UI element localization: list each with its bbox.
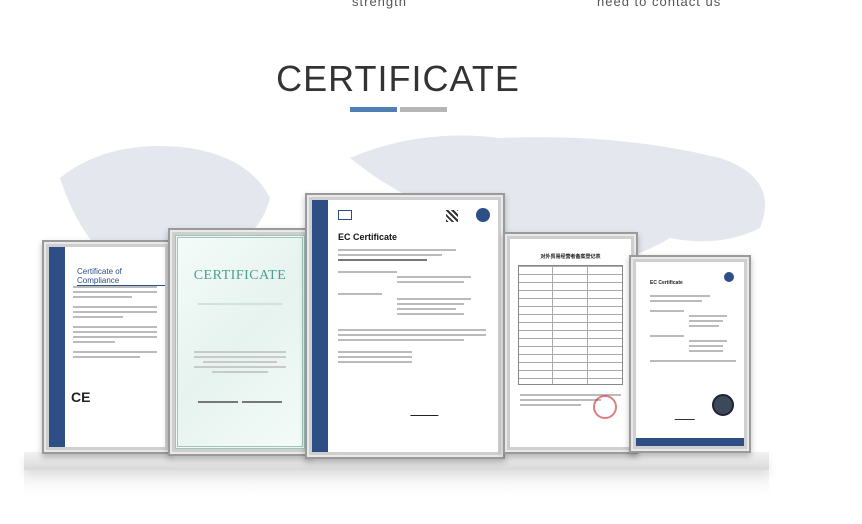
issuer-logo-icon	[338, 210, 352, 220]
certificate-side-band	[312, 200, 328, 452]
certificate-side-band	[49, 247, 65, 447]
certificate-text-lines	[73, 283, 157, 361]
certificate-title: EC Certificate	[650, 280, 683, 286]
registration-table	[518, 265, 623, 385]
title-underline-secondary	[400, 107, 447, 112]
tuv-seal-icon	[712, 394, 734, 416]
certificate-frame-compliance[interactable]: Certificate of Compliance CE	[42, 240, 172, 454]
certificate-title: CERTIFICATE	[193, 268, 287, 283]
certificate-text-lines	[198, 300, 282, 308]
section-title: CERTIFICATE	[276, 58, 520, 99]
official-seal-icon	[593, 395, 617, 419]
signature-lines	[198, 398, 282, 406]
tuv-logo-icon	[724, 272, 734, 282]
certificate-title: EC Certificate	[338, 232, 398, 242]
certificate-paper: 对外贸易经营者备案登记表	[510, 239, 631, 447]
ce-mark: CE	[71, 389, 91, 405]
certificate-title: 对外贸易经营者备案登记表	[540, 254, 601, 260]
signature	[410, 406, 442, 416]
certificate-frame-ec-right[interactable]: EC Certificate	[629, 255, 751, 453]
qr-code-icon	[446, 210, 458, 222]
certificate-paper: EC Certificate	[636, 262, 744, 446]
shelf-shadow	[24, 470, 769, 496]
certificate-paper: Certificate of Compliance CE	[49, 247, 165, 447]
certificate-frame-registration[interactable]: 对外贸易经营者备案登记表	[503, 232, 638, 454]
nav-link-contact[interactable]: need to contact us	[597, 0, 721, 9]
certificate-text-lines	[650, 292, 736, 365]
certificate-frame-generic[interactable]: CERTIFICATE	[168, 228, 312, 456]
tuv-logo-icon	[476, 208, 490, 222]
certificate-paper: EC Certificate	[312, 200, 498, 452]
signature	[674, 412, 698, 420]
title-underline-accent	[350, 107, 397, 112]
certificate-paper: CERTIFICATE	[175, 235, 305, 449]
nav-link-strength[interactable]: strength	[352, 0, 407, 9]
certificate-body-lines	[194, 348, 286, 376]
certificate-text-lines	[338, 246, 486, 366]
certificate-frame-ec-center[interactable]: EC Certificate	[305, 193, 505, 459]
certificate-footer-band	[636, 438, 744, 446]
